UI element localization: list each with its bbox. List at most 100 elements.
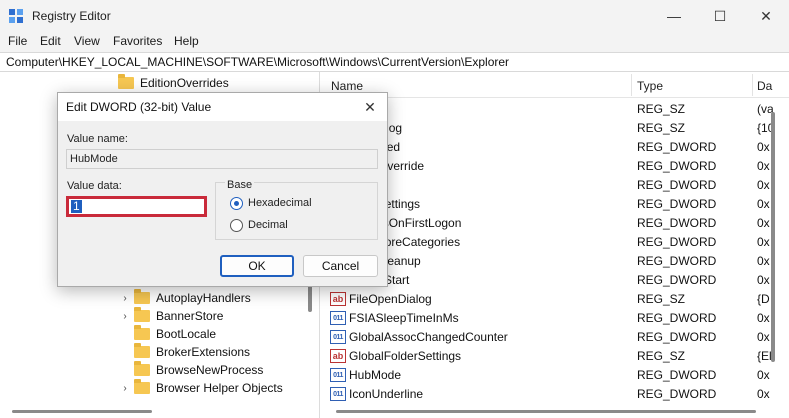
value-name-label: Value name: (67, 133, 128, 145)
tree-horizontal-scrollbar[interactable] (12, 410, 152, 413)
row-data: 0x (757, 368, 770, 382)
folder-icon (134, 379, 150, 394)
row-name: GlobalFolderSettings (349, 349, 462, 363)
menu-help[interactable]: Help (174, 34, 199, 48)
row-name: FSIASleepTimeInMs (349, 311, 459, 325)
row-type: REG_SZ (637, 292, 686, 306)
row-type: REG_DWORD (637, 159, 717, 173)
table-row[interactable]: 011 HubMode REG_DWORD 0x (324, 365, 789, 384)
list-header: Name Type Da (324, 72, 789, 98)
maximize-button[interactable]: ☐ (697, 0, 743, 32)
row-type: REG_DWORD (637, 235, 717, 249)
tree-item[interactable]: BrokerExtensions (120, 343, 250, 361)
tree-item-label: EditionOverrides (140, 76, 229, 90)
tree-item-label: BrowseNewProcess (156, 363, 264, 377)
table-row[interactable]: DeniedDialogREG_SZ{10 (324, 118, 789, 137)
decimal-label[interactable]: Decimal (248, 219, 288, 231)
row-name: GlobalAssocChangedCounter (349, 330, 508, 344)
table-row[interactable]: ab FileOpenDialog REG_SZ {D (324, 289, 789, 308)
tree-item[interactable]: BrowseNewProcess (120, 361, 263, 379)
table-row[interactable]: 011 FSIASleepTimeInMs REG_DWORD 0x (324, 308, 789, 327)
folder-icon (134, 361, 150, 376)
row-data: 0x (757, 273, 770, 287)
address-bar[interactable]: Computer\HKEY_LOCAL_MACHINE\SOFTWARE\Mic… (0, 52, 789, 72)
table-row[interactable]: UpgradeCleanupREG_DWORD0x (324, 251, 789, 270)
row-type: REG_DWORD (637, 311, 717, 325)
tree-item[interactable]: EditionOverrides (118, 74, 229, 92)
menu-edit[interactable]: Edit (40, 34, 61, 48)
row-data: 0x (757, 235, 770, 249)
folder-icon (134, 289, 150, 304)
cancel-button[interactable]: Cancel (303, 255, 378, 277)
ok-button[interactable]: OK (220, 255, 294, 277)
column-divider[interactable] (631, 74, 632, 96)
row-data: 0x (757, 330, 770, 344)
tree-item[interactable]: › BannerStore (120, 307, 223, 325)
window-title: Registry Editor (32, 9, 111, 23)
row-type: REG_DWORD (637, 330, 717, 344)
table-row[interactable]: pdatePCSettingsREG_DWORD0x (324, 194, 789, 213)
column-header-name[interactable]: Name (331, 79, 363, 93)
values-list: Name Type Da t)REG_SZ(vaDeniedDialogREG_… (324, 72, 789, 418)
table-row[interactable]: 011 GlobalAssocChangedCounter REG_DWORD 0x (324, 327, 789, 346)
table-row[interactable]: unOnceREG_DWORD0x (324, 175, 789, 194)
row-name: FileOpenDialog (349, 292, 432, 306)
row-name-cell: ab GlobalFolderSettings (330, 349, 461, 363)
table-row[interactable]: etupTaskOverrideREG_DWORD0x (324, 156, 789, 175)
table-row[interactable]: ab GlobalFolderSettings REG_SZ {El (324, 346, 789, 365)
column-header-type[interactable]: Type (637, 79, 663, 93)
table-row[interactable]: etupDisabledREG_DWORD0x (324, 137, 789, 156)
chevron-right-icon[interactable]: › (120, 311, 130, 322)
table-row[interactable]: AppInstallsOnFirstLogon REG_DWORD 0x (324, 213, 789, 232)
column-header-data[interactable]: Da (757, 79, 772, 93)
decimal-radio[interactable] (230, 219, 243, 232)
tree-item-label: BannerStore (156, 309, 224, 323)
row-type: REG_SZ (637, 349, 686, 363)
row-name: HubMode (349, 368, 402, 382)
row-type: REG_DWORD (637, 140, 717, 154)
value-data-input[interactable]: 1 (66, 196, 207, 217)
folder-icon (134, 307, 150, 322)
string-value-icon: ab (330, 349, 346, 363)
table-row[interactable]: ResolveStoreCategories REG_DWORD 0x (324, 232, 789, 251)
row-data: {D (757, 292, 770, 306)
hexadecimal-label[interactable]: Hexadecimal (248, 197, 312, 209)
row-name: IconUnderline (349, 387, 424, 401)
tree-item[interactable]: › AutoplayHandlers (120, 289, 251, 307)
row-type: REG_DWORD (637, 178, 717, 192)
table-row[interactable]: t)REG_SZ(va (324, 99, 789, 118)
row-type: REG_DWORD (637, 197, 717, 211)
row-data: 0x (757, 216, 770, 230)
tree-item[interactable]: BootLocale (120, 325, 216, 343)
list-horizontal-scrollbar[interactable] (336, 410, 756, 413)
tree-item[interactable]: › Browser Helper Objects (120, 379, 283, 397)
table-row[interactable]: 011 IconUnderline REG_DWORD 0x (324, 384, 789, 403)
row-type: REG_DWORD (637, 254, 717, 268)
row-name-cell: ab FileOpenDialog (330, 292, 432, 306)
close-button[interactable]: ✕ (743, 0, 789, 32)
value-data-label: Value data: (67, 180, 122, 192)
chevron-right-icon[interactable]: › (120, 383, 130, 394)
menu-favorites[interactable]: Favorites (113, 34, 162, 48)
minimize-button[interactable]: — (651, 0, 697, 32)
column-divider[interactable] (752, 74, 753, 96)
hexadecimal-radio[interactable] (230, 197, 243, 210)
tree-item-label: BootLocale (156, 327, 217, 341)
row-data: 0x (757, 254, 770, 268)
row-data: 0x (757, 387, 770, 401)
dialog-close-button[interactable]: ✕ (358, 97, 382, 117)
row-data: 0x (757, 311, 770, 325)
row-type: REG_SZ (637, 121, 686, 135)
edit-dword-dialog: Edit DWORD (32-bit) Value ✕ Value name: … (57, 92, 388, 287)
base-label: Base (225, 179, 255, 191)
chevron-right-icon[interactable]: › (120, 293, 130, 304)
table-row[interactable]: pResolverStartREG_DWORD0x (324, 270, 789, 289)
list-vertical-scrollbar[interactable] (771, 112, 775, 362)
value-data-text: 1 (71, 199, 82, 213)
row-data: 0x (757, 140, 770, 154)
row-name-cell: 011 GlobalAssocChangedCounter (330, 330, 508, 344)
menu-file[interactable]: File (8, 34, 27, 48)
close-icon: ✕ (364, 98, 376, 115)
tree-item-label: AutoplayHandlers (156, 291, 251, 305)
menu-view[interactable]: View (74, 34, 100, 48)
